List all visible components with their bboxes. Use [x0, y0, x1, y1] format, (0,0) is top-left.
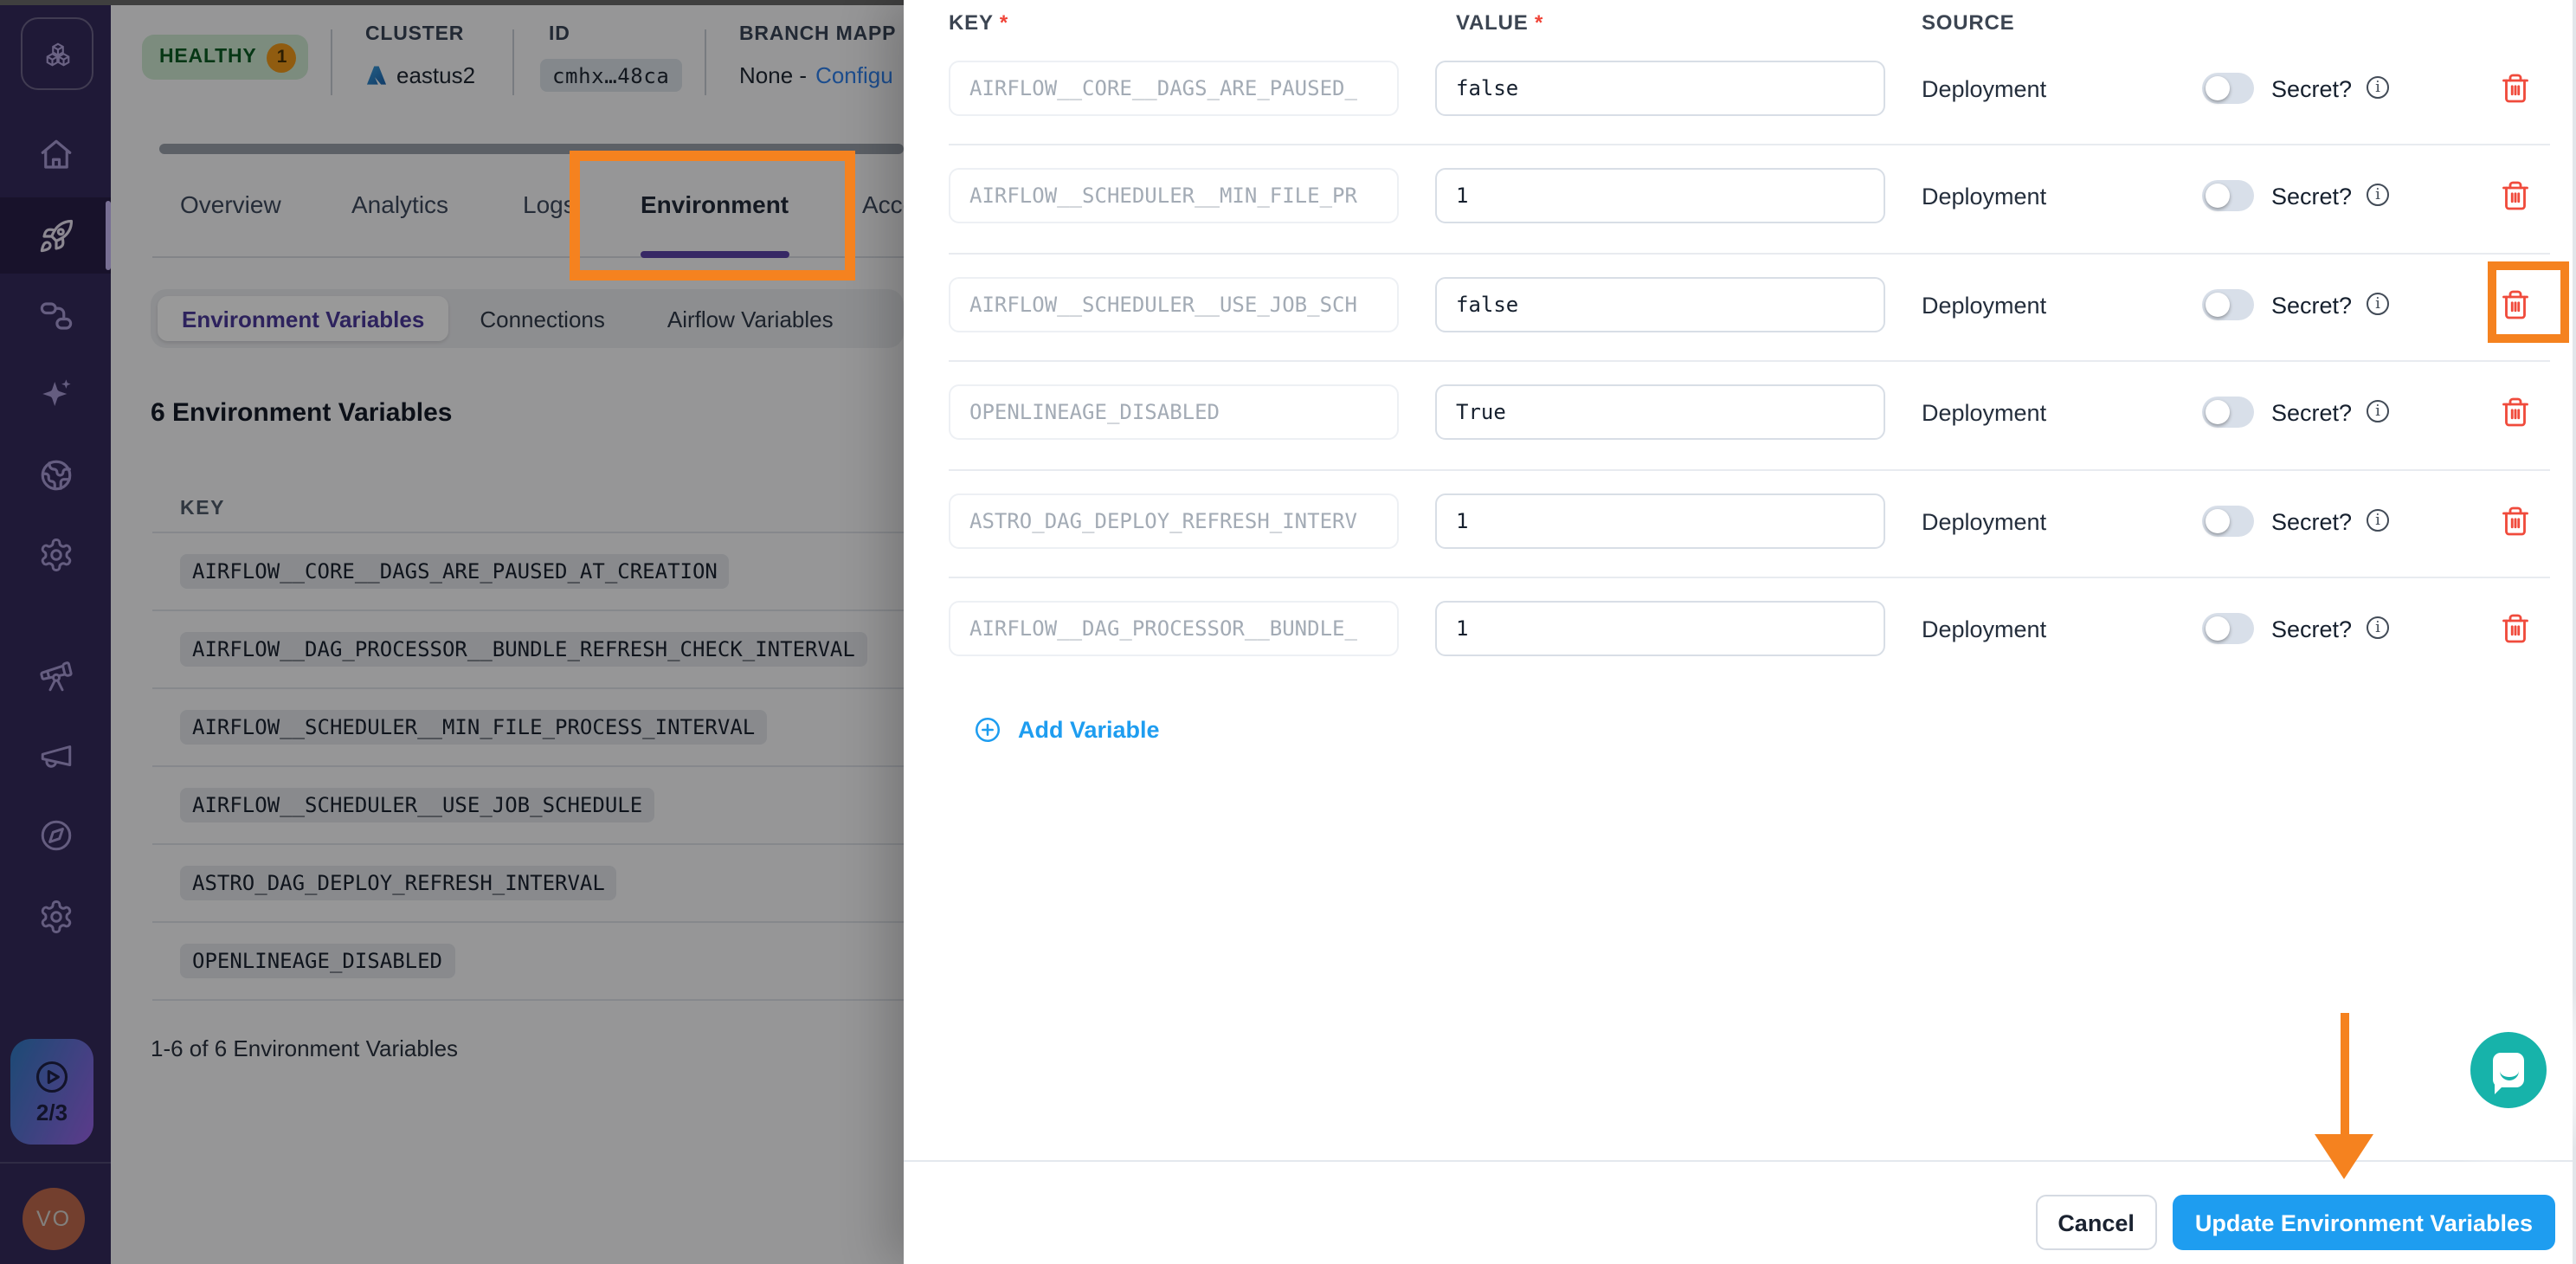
- row-separator: [949, 144, 2550, 145]
- info-icon[interactable]: i: [2367, 76, 2389, 99]
- column-header-value: VALUE *: [1456, 10, 1543, 35]
- annotation-arrow-head: [2315, 1134, 2373, 1179]
- cancel-button[interactable]: Cancel: [2035, 1195, 2157, 1250]
- key-input[interactable]: [949, 277, 1399, 332]
- delete-row-icon[interactable]: [2500, 73, 2531, 104]
- intercom-launcher[interactable]: [2470, 1032, 2547, 1108]
- annotation-box-environment-tab: [570, 151, 855, 281]
- source-value: Deployment: [1922, 61, 2046, 116]
- secret-label: Secret?: [2271, 601, 2352, 656]
- info-icon[interactable]: i: [2367, 293, 2389, 315]
- secret-toggle[interactable]: [2202, 613, 2254, 644]
- app-window: 2/3 VO HEALTHY 1 CLUSTER eastus2: [0, 0, 2576, 1264]
- secret-toggle[interactable]: [2202, 180, 2254, 211]
- key-input[interactable]: [949, 61, 1399, 116]
- value-input[interactable]: [1435, 384, 1885, 440]
- value-input[interactable]: [1435, 601, 1885, 656]
- toggle-knob: [2206, 293, 2230, 317]
- source-value: Deployment: [1922, 601, 2046, 656]
- add-variable-button[interactable]: Add Variable: [973, 715, 1160, 745]
- add-variable-label: Add Variable: [1018, 717, 1160, 743]
- value-input[interactable]: [1435, 277, 1885, 332]
- key-input[interactable]: [949, 601, 1399, 656]
- secret-toggle[interactable]: [2202, 289, 2254, 320]
- column-header-source: SOURCE: [1922, 10, 2015, 35]
- toggle-knob: [2206, 184, 2230, 208]
- toggle-knob: [2206, 509, 2230, 533]
- info-icon[interactable]: i: [2367, 184, 2389, 206]
- chat-bubble-icon: [2493, 1053, 2524, 1087]
- toggle-knob: [2206, 76, 2230, 100]
- row-separator: [949, 577, 2550, 578]
- info-icon[interactable]: i: [2367, 616, 2389, 639]
- required-asterisk: *: [1000, 10, 1008, 35]
- secret-toggle[interactable]: [2202, 506, 2254, 537]
- source-value: Deployment: [1922, 168, 2046, 223]
- secret-toggle[interactable]: [2202, 73, 2254, 104]
- required-asterisk: *: [1535, 10, 1543, 35]
- key-input[interactable]: [949, 493, 1399, 549]
- delete-row-icon[interactable]: [2500, 506, 2531, 537]
- toggle-knob: [2206, 616, 2230, 641]
- key-input[interactable]: [949, 384, 1399, 440]
- env-var-row: Deployment Secret? i: [904, 384, 2576, 443]
- row-separator: [949, 360, 2550, 362]
- secret-label: Secret?: [2271, 168, 2352, 223]
- plus-circle-icon: [973, 715, 1002, 745]
- edit-environment-variables-drawer: KEY * VALUE * SOURCE Deployment Secret? …: [904, 0, 2576, 1264]
- value-input[interactable]: [1435, 168, 1885, 223]
- source-value: Deployment: [1922, 384, 2046, 440]
- row-separator: [949, 469, 2550, 471]
- delete-row-icon[interactable]: [2500, 613, 2531, 644]
- key-input[interactable]: [949, 168, 1399, 223]
- secret-label: Secret?: [2271, 384, 2352, 440]
- secret-label: Secret?: [2271, 277, 2352, 332]
- delete-row-icon[interactable]: [2500, 180, 2531, 211]
- toggle-knob: [2206, 400, 2230, 424]
- update-environment-variables-button[interactable]: Update Environment Variables: [2173, 1195, 2555, 1250]
- env-var-row: Deployment Secret? i: [904, 601, 2576, 660]
- info-icon[interactable]: i: [2367, 509, 2389, 532]
- secret-label: Secret?: [2271, 61, 2352, 116]
- env-var-row: Deployment Secret? i: [904, 493, 2576, 552]
- delete-row-icon[interactable]: [2500, 397, 2531, 428]
- env-var-row: Deployment Secret? i: [904, 168, 2576, 227]
- annotation-arrow-shaft: [2341, 1013, 2349, 1138]
- env-var-row: Deployment Secret? i: [904, 277, 2576, 336]
- annotation-box-delete-icon: [2488, 261, 2569, 343]
- source-value: Deployment: [1922, 277, 2046, 332]
- secret-toggle[interactable]: [2202, 397, 2254, 428]
- source-value: Deployment: [1922, 493, 2046, 549]
- value-input[interactable]: [1435, 493, 1885, 549]
- env-var-row: Deployment Secret? i: [904, 61, 2576, 119]
- info-icon[interactable]: i: [2367, 400, 2389, 422]
- row-separator: [949, 253, 2550, 255]
- column-header-key: KEY *: [949, 10, 1008, 35]
- secret-label: Secret?: [2271, 493, 2352, 549]
- value-input[interactable]: [1435, 61, 1885, 116]
